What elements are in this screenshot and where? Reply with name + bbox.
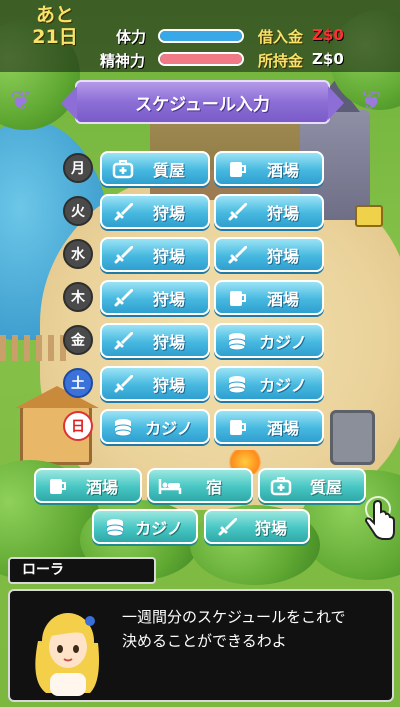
stamina-label: 体力 (116, 28, 147, 46)
sword-icon (110, 372, 136, 396)
sword-icon (214, 515, 240, 539)
sword-icon (110, 329, 136, 353)
status-hud: あと 21日 体力 精神力 借入金 Z$0 所持金 Z$0 (0, 0, 400, 72)
debt-label: 借入金 (258, 28, 304, 46)
sword-icon (110, 286, 136, 310)
schedule-slot-button[interactable]: 狩場 (214, 237, 324, 272)
dialog-line: 一週間分のスケジュールをこれで (122, 608, 346, 626)
cash-label: 所持金 (258, 52, 304, 70)
days-remaining-prefix: あと (35, 4, 74, 26)
day-label: 月 (63, 153, 93, 183)
stamina-bar (158, 29, 244, 43)
activity-option-button-label: 宿 (205, 477, 222, 497)
mug-icon (224, 415, 250, 439)
tap-hand-icon (364, 496, 395, 540)
activity-option-button-label: 狩場 (254, 518, 287, 538)
schedule-slot-button[interactable]: 酒場 (214, 409, 324, 444)
dialog-text: 一週間分のスケジュールをこれで 決めることができるわよ (122, 605, 387, 653)
schedule-slot-button[interactable]: 狩場 (100, 280, 210, 315)
bed-icon (157, 474, 183, 498)
schedule-slot-button-label: 酒場 (266, 418, 299, 438)
schedule-slot-button-label: 狩場 (152, 375, 185, 395)
schedule-slot-button[interactable]: カジノ (100, 409, 210, 444)
day-label: 木 (63, 282, 93, 312)
schedule-slot-button-label: 狩場 (266, 246, 299, 266)
schedule-slot-button-label: 狩場 (152, 289, 185, 309)
sword-icon (110, 200, 136, 224)
schedule-slot-button-label: 狩場 (152, 246, 185, 266)
day-label: 土 (63, 368, 93, 398)
day-label: 水 (63, 239, 93, 269)
mug-icon (224, 157, 250, 181)
stamina-bar-fill (160, 31, 242, 41)
activity-option-button-label: カジノ (135, 518, 183, 538)
cash-value: Z$0 (312, 50, 344, 68)
sword-icon (224, 200, 250, 224)
mental-label: 精神力 (100, 52, 146, 70)
schedule-slot-button-label: 狩場 (266, 203, 299, 223)
coins-icon (224, 329, 250, 353)
debt-value: Z$0 (312, 26, 344, 44)
schedule-slot-button-label: カジノ (259, 375, 307, 395)
day-label: 火 (63, 196, 93, 226)
activity-option-button-label: 酒場 (85, 477, 118, 497)
sword-icon (110, 243, 136, 267)
dialog-box[interactable]: 一週間分のスケジュールをこれで 決めることができるわよ (8, 589, 394, 702)
schedule-slot-button[interactable]: 酒場 (214, 151, 324, 186)
activity-option-button[interactable]: 狩場 (204, 509, 310, 544)
coins-icon (110, 415, 136, 439)
activity-option-button[interactable]: 酒場 (34, 468, 142, 503)
schedule-slot-button[interactable]: 質屋 (100, 151, 210, 186)
speaker-name: ローラ (8, 557, 156, 584)
coins-icon (224, 372, 250, 396)
coins-icon (102, 515, 128, 539)
activity-option-button[interactable]: 宿 (147, 468, 253, 503)
schedule-slot-button-label: 狩場 (152, 332, 185, 352)
fence (0, 335, 70, 361)
schedule-slot-button-label: 狩場 (152, 203, 185, 223)
mug-icon (44, 474, 70, 498)
schedule-slot-button[interactable]: 狩場 (214, 194, 324, 229)
character-portrait (35, 613, 99, 696)
schedule-slot-button-label: 質屋 (152, 160, 185, 180)
schedule-slot-button-label: カジノ (259, 332, 307, 352)
days-remaining-count: 21日 (32, 26, 78, 48)
day-label: 日 (63, 411, 93, 441)
mental-bar (158, 52, 244, 66)
schedule-slot-button[interactable]: 狩場 (100, 323, 210, 358)
schedule-slot-button[interactable]: 狩場 (100, 237, 210, 272)
schedule-slot-button-label: 酒場 (266, 160, 299, 180)
left-flourish-icon: ❦ (10, 86, 32, 116)
schedule-slot-button[interactable]: 狩場 (100, 194, 210, 229)
schedule-slot-button[interactable]: カジノ (214, 366, 324, 401)
screen-title: スケジュール入力 (61, 80, 344, 124)
well (330, 410, 375, 465)
day-label: 金 (63, 325, 93, 355)
schedule-slot-button-label: カジノ (145, 418, 193, 438)
sword-icon (224, 243, 250, 267)
mug-icon (224, 286, 250, 310)
activity-option-button[interactable]: カジノ (92, 509, 198, 544)
activity-option-button[interactable]: 質屋 (258, 468, 366, 503)
activity-option-button-label: 質屋 (309, 477, 342, 497)
dialog-line: 決めることができるわよ (122, 632, 287, 650)
schedule-slot-button[interactable]: カジノ (214, 323, 324, 358)
schedule-slot-button[interactable]: 狩場 (100, 366, 210, 401)
first-aid-bag-icon (110, 157, 136, 181)
schedule-slot-button[interactable]: 酒場 (214, 280, 324, 315)
schedule-slot-button-label: 酒場 (266, 289, 299, 309)
days-remaining: あと 21日 (30, 4, 80, 48)
mental-bar-fill (160, 54, 242, 64)
first-aid-bag-icon (268, 474, 294, 498)
right-flourish-icon: ❦ (360, 86, 382, 116)
warning-sign (355, 205, 383, 227)
